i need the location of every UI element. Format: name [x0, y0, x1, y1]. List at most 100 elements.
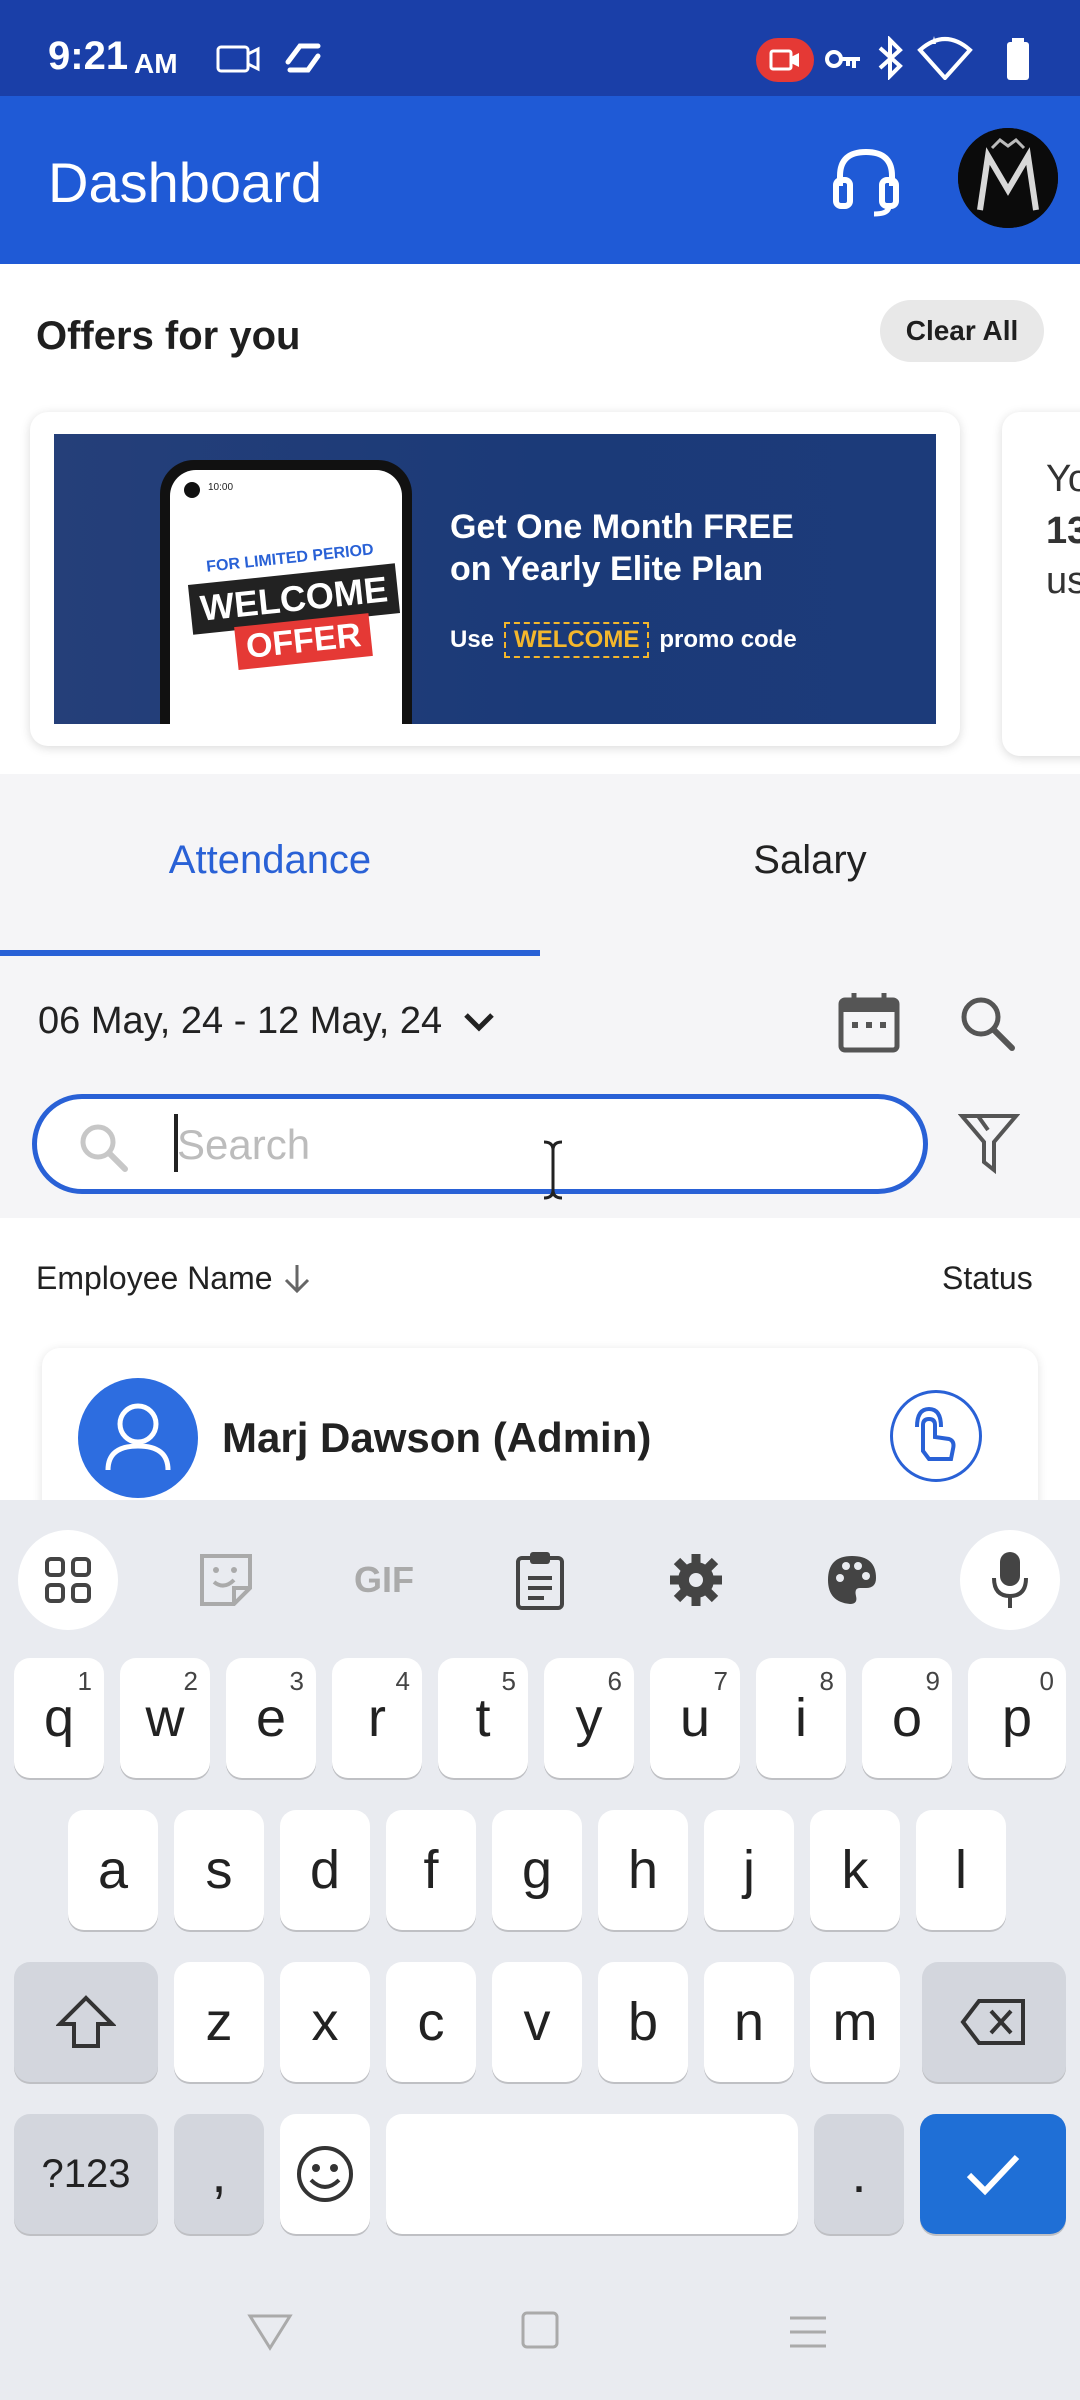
date-range-selector[interactable]: 06 May, 24 - 12 May, 24 — [38, 1000, 496, 1043]
key-q-label: q — [43, 1688, 75, 1748]
status-time: 9:21 — [48, 34, 129, 78]
offer-headline-1: Get One Month FREE — [450, 508, 794, 546]
wifi-icon — [916, 34, 974, 80]
offer-banner[interactable]: 10:00 FOR LIMITED PERIOD WELCOME OFFER G… — [54, 434, 936, 724]
bluetooth-icon — [876, 36, 904, 80]
key-w-label: w — [145, 1688, 185, 1748]
nav-back-icon[interactable] — [246, 2312, 294, 2352]
key-r[interactable]: r4 — [332, 1658, 422, 1778]
key-w[interactable]: w2 — [120, 1658, 210, 1778]
peek-line-3: us — [1046, 560, 1080, 602]
shift-key[interactable] — [14, 1962, 158, 2082]
key-q[interactable]: q1 — [14, 1658, 104, 1778]
key-x[interactable]: x — [280, 1962, 370, 2082]
key-i-label: i — [795, 1688, 807, 1748]
text-caret — [174, 1114, 178, 1172]
key-y[interactable]: y6 — [544, 1658, 634, 1778]
promo-code: WELCOME — [504, 622, 650, 658]
emoji-icon — [297, 2146, 353, 2202]
key-p[interactable]: p0 — [968, 1658, 1066, 1778]
key-u[interactable]: u7 — [650, 1658, 740, 1778]
promo-suffix: promo code — [659, 626, 797, 653]
system-nav-bar — [0, 2262, 1080, 2400]
palette-icon[interactable] — [802, 1530, 902, 1630]
clipboard-icon[interactable] — [490, 1530, 590, 1630]
filter-icon[interactable] — [958, 1110, 1020, 1176]
key-a[interactable]: a — [68, 1810, 158, 1930]
arrow-down-icon — [283, 1263, 311, 1295]
offers-section: Offers for you Clear All 10:00 FOR LIMIT… — [0, 264, 1080, 774]
support-headset-icon[interactable] — [830, 146, 902, 218]
key-o[interactable]: o9 — [862, 1658, 952, 1778]
peek-line-1: Yo — [1046, 458, 1080, 500]
offer-card[interactable]: 10:00 FOR LIMITED PERIOD WELCOME OFFER G… — [30, 412, 960, 746]
key-p-hint: 0 — [1039, 1666, 1054, 1696]
settings-gear-icon[interactable] — [646, 1530, 746, 1630]
phone-camera-icon — [184, 482, 200, 498]
promo-line: Use WELCOME promo code — [450, 622, 797, 658]
clear-all-button[interactable]: Clear All — [880, 300, 1044, 362]
period-key[interactable]: . — [814, 2114, 904, 2234]
search-toggle-icon[interactable] — [958, 994, 1016, 1052]
tab-salary-label: Salary — [753, 838, 867, 882]
backspace-icon — [960, 1999, 1025, 2045]
offer-headline-2: on Yearly Elite Plan — [450, 550, 764, 588]
key-d[interactable]: d — [280, 1810, 370, 1930]
key-g[interactable]: g — [492, 1810, 582, 1930]
calendar-icon[interactable] — [838, 990, 900, 1054]
apps-grid-icon[interactable] — [18, 1530, 118, 1630]
tab-salary[interactable]: Salary — [540, 774, 1080, 960]
key-k[interactable]: k — [810, 1810, 900, 1930]
date-range-label: 06 May, 24 - 12 May, 24 — [38, 1000, 443, 1042]
emoji-key[interactable] — [280, 2114, 370, 2234]
promo-use-label: Use — [450, 626, 495, 653]
nav-menu-icon[interactable] — [786, 2312, 830, 2352]
key-t-label: t — [475, 1688, 491, 1748]
tab-bar: Attendance Salary — [0, 774, 1080, 960]
tap-hand-icon — [915, 1406, 956, 1461]
comma-key[interactable]: , — [174, 2114, 264, 2234]
sync-icon — [282, 40, 324, 76]
key-c[interactable]: c — [386, 1962, 476, 2082]
key-s[interactable]: s — [174, 1810, 264, 1930]
punch-in-button[interactable] — [890, 1390, 982, 1482]
key-r-hint: 4 — [395, 1666, 410, 1696]
key-u-label: u — [679, 1688, 711, 1748]
key-t[interactable]: t5 — [438, 1658, 528, 1778]
tab-attendance[interactable]: Attendance — [0, 774, 540, 960]
key-f[interactable]: f — [386, 1810, 476, 1930]
peek-line-2: 13 — [1046, 510, 1080, 552]
key-i-hint: 8 — [819, 1666, 834, 1696]
space-key[interactable] — [386, 2114, 798, 2234]
key-z[interactable]: z — [174, 1962, 264, 2082]
key-y-hint: 6 — [607, 1666, 622, 1696]
user-icon — [105, 1403, 171, 1471]
key-o-hint: 9 — [925, 1666, 940, 1696]
vpn-key-icon — [824, 44, 862, 74]
search-box[interactable] — [32, 1094, 928, 1194]
backspace-key[interactable] — [922, 1962, 1066, 2082]
sticker-icon[interactable] — [176, 1530, 276, 1630]
app-bar: Dashboard — [0, 96, 1080, 264]
gif-button[interactable]: GIF — [334, 1530, 434, 1630]
key-i[interactable]: i8 — [756, 1658, 846, 1778]
offer-card-peek[interactable]: Yo 13 us — [1002, 412, 1080, 756]
key-m[interactable]: m — [810, 1962, 900, 2082]
profile-avatar[interactable] — [958, 128, 1058, 228]
key-n[interactable]: n — [704, 1962, 794, 2082]
key-b[interactable]: b — [598, 1962, 688, 2082]
key-v[interactable]: v — [492, 1962, 582, 2082]
tab-attendance-label: Attendance — [168, 838, 372, 882]
enter-key[interactable] — [920, 2114, 1066, 2234]
symbols-key[interactable]: ?123 — [14, 2114, 158, 2234]
key-e[interactable]: e3 — [226, 1658, 316, 1778]
key-h[interactable]: h — [598, 1810, 688, 1930]
page-title: Dashboard — [48, 151, 322, 214]
sort-employee-name[interactable]: Employee Name — [36, 1260, 311, 1297]
key-l[interactable]: l — [916, 1810, 1006, 1930]
checkmark-icon — [966, 2154, 1020, 2196]
microphone-icon[interactable] — [960, 1530, 1060, 1630]
search-input[interactable] — [177, 1117, 877, 1173]
key-j[interactable]: j — [704, 1810, 794, 1930]
nav-home-icon[interactable] — [520, 2310, 560, 2350]
